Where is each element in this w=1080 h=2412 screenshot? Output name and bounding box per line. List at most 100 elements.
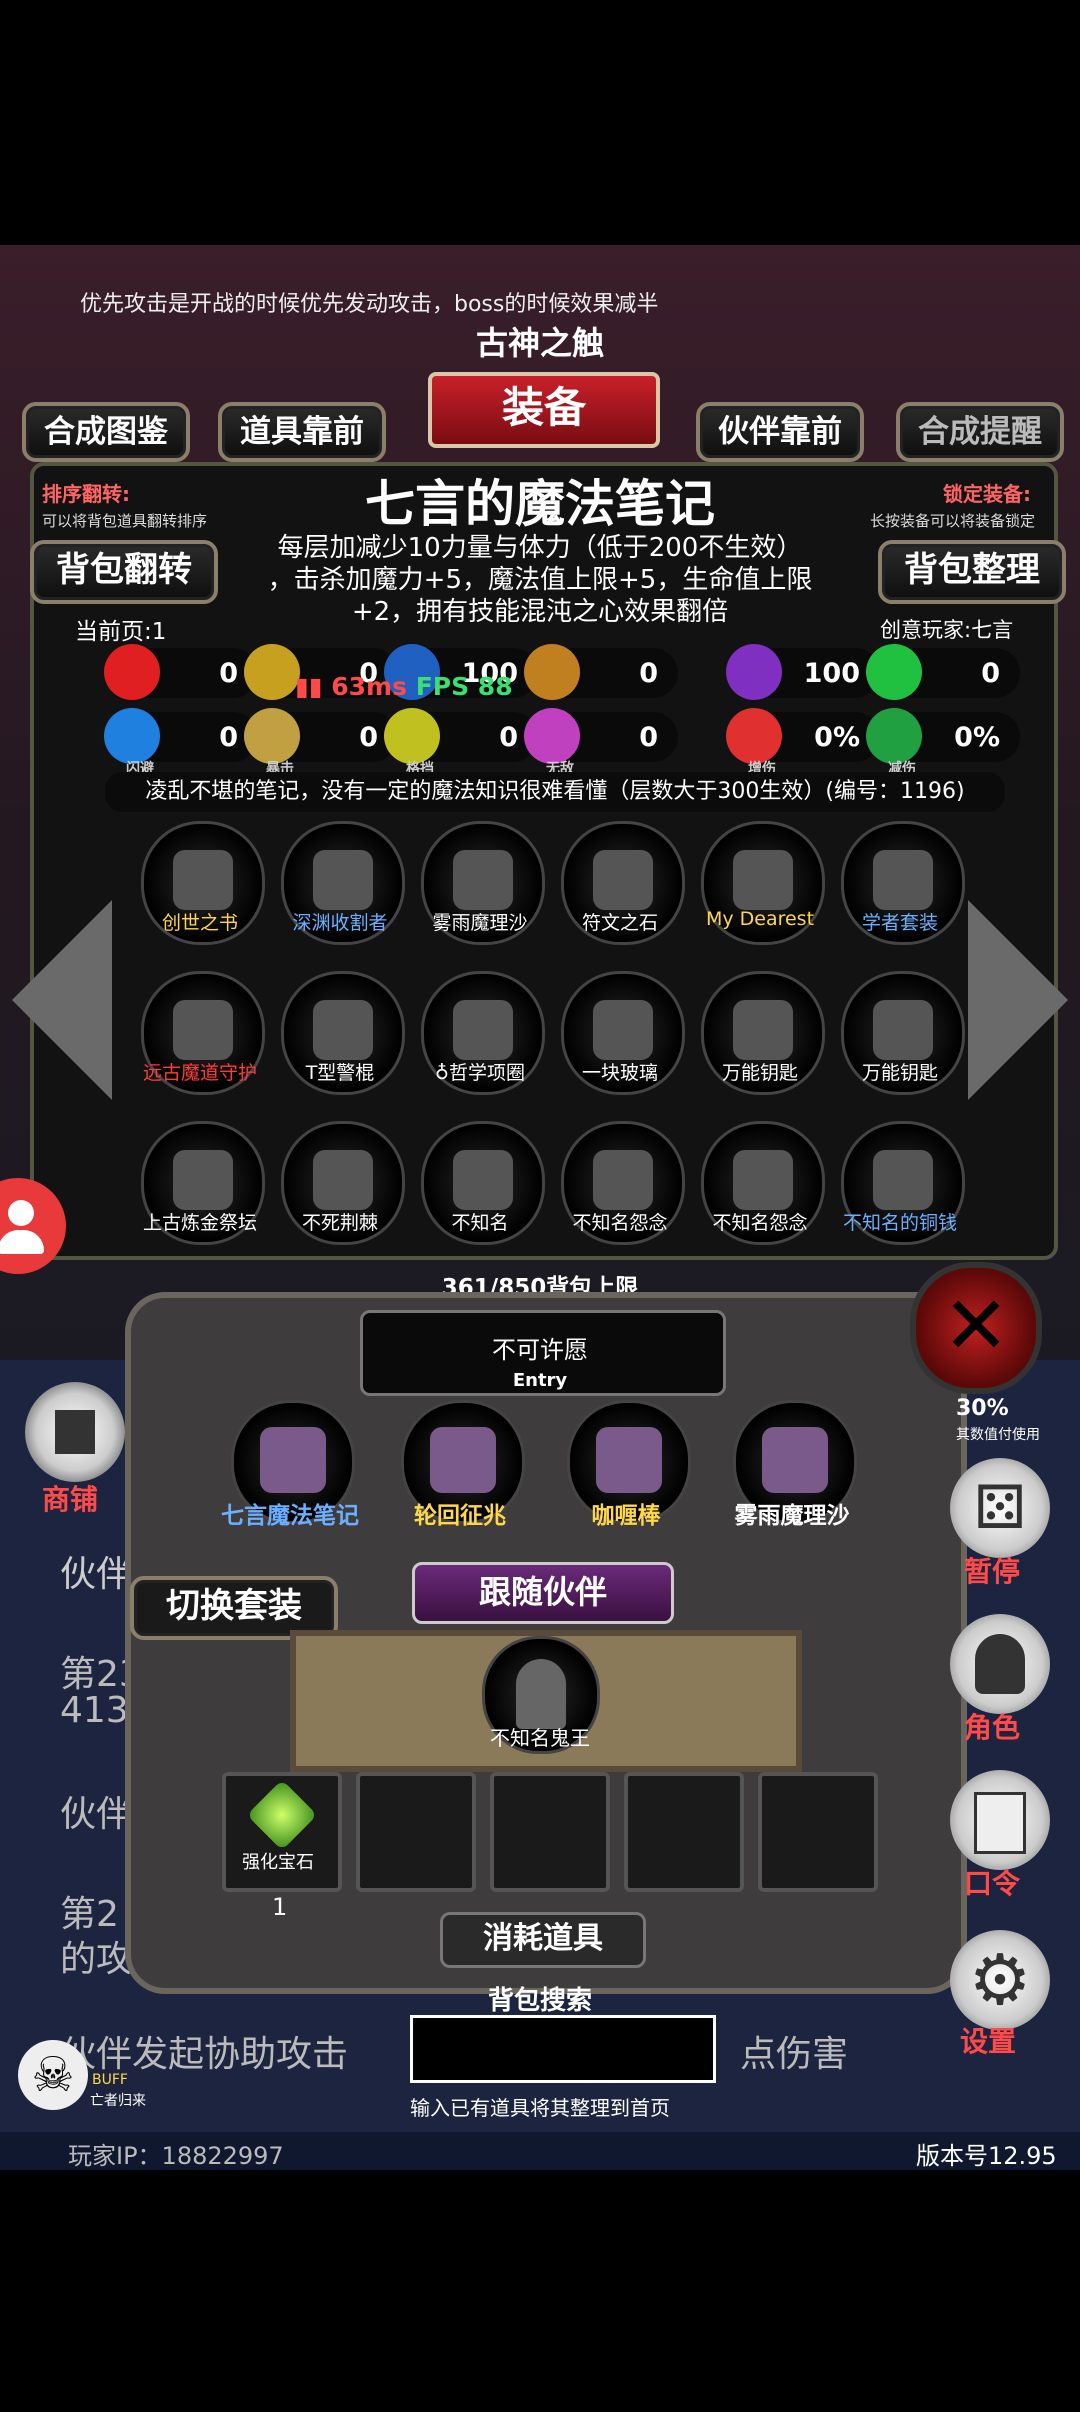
inventory-item-label: 雾雨魔理沙 xyxy=(432,912,528,934)
role-button[interactable] xyxy=(950,1614,1050,1714)
skull-altar-icon xyxy=(173,1150,233,1210)
stat-clover: 0 xyxy=(866,644,1020,700)
bag-flip-button[interactable]: 背包翻转 xyxy=(30,540,218,604)
skull-icon: ☠ xyxy=(31,2047,75,2103)
prev-page-arrow[interactable] xyxy=(12,900,112,1100)
stat-damage-up: 0% 增伤 xyxy=(726,708,880,777)
dodge-icon xyxy=(104,708,160,764)
follow-partner-banner: 跟随伙伴 xyxy=(412,1562,674,1624)
next-page-arrow[interactable] xyxy=(968,900,1068,1100)
scroll-icon xyxy=(974,1792,1026,1854)
partners-first-tab[interactable]: 伙伴靠前 xyxy=(696,402,864,462)
damage-down-icon xyxy=(866,708,922,764)
inventory-item-label: 万能钥匙 xyxy=(721,1062,798,1084)
dice-icon: ⚄ xyxy=(973,1473,1027,1543)
pause-button[interactable]: ⚄ xyxy=(950,1458,1050,1558)
bag-search-input[interactable] xyxy=(410,2015,716,2083)
role-label: 角色 xyxy=(964,1711,1021,1744)
buff-badge[interactable]: ☠ xyxy=(18,2040,88,2110)
flame-icon xyxy=(453,1150,513,1210)
consumable-slot-1[interactable] xyxy=(222,1772,342,1892)
bag-sort-button[interactable]: 背包整理 xyxy=(878,540,1066,604)
equipped-item-label: 七言魔法笔记 xyxy=(221,1503,359,1529)
pause-label: 暂停 xyxy=(964,1555,1021,1588)
inventory-item-label: My Dearest xyxy=(705,908,815,930)
stat-damage-down: 0% 减伤 xyxy=(866,708,1020,777)
user-icon xyxy=(8,1200,34,1226)
damage-up-icon xyxy=(726,708,782,764)
key-icon xyxy=(733,1000,793,1060)
consumable-slot-4[interactable] xyxy=(624,1772,744,1892)
bg-text-4: 伙伴 xyxy=(60,1794,133,1835)
collar-icon xyxy=(453,1000,513,1060)
item-name: 七言的魔法笔记 xyxy=(365,475,715,533)
sword-icon xyxy=(596,1427,662,1493)
signal-icon: ▮▮ xyxy=(295,672,323,701)
buff-title: BUFF xyxy=(92,2072,128,2088)
staff-icon xyxy=(430,1427,496,1493)
inventory-item-label: 不知名怨念 xyxy=(572,1212,668,1234)
hood-icon xyxy=(975,1634,1025,1694)
reaper-icon xyxy=(313,850,373,910)
code-label: 口令 xyxy=(964,1867,1021,1900)
inventory-item-label: 深渊收割者 xyxy=(292,912,388,934)
book-icon xyxy=(173,850,233,910)
consumable-slot-5[interactable] xyxy=(758,1772,878,1892)
inventory-item-label: 万能钥匙 xyxy=(861,1062,938,1084)
inventory-item-label: 符文之石 xyxy=(581,912,658,934)
stat-dodge: 0 闪避 xyxy=(104,708,258,777)
item-description: 每层加减少10力量与体力（低于200不生效） ，击杀加魔力+5，魔法值上限+5，… xyxy=(267,533,813,627)
buff-sub: 亡者归来 xyxy=(90,2093,146,2109)
bg-text-6: 的攻 xyxy=(60,1939,133,1980)
value-hint: 其数值付使用 xyxy=(956,1427,1040,1443)
invincible-icon xyxy=(524,708,580,764)
equipped-item-label: 轮回征兆 xyxy=(414,1503,506,1529)
bag-search-hint: 输入已有道具将其整理到首页 xyxy=(410,2096,670,2120)
stat-lightning: 100 xyxy=(726,644,880,700)
settings-button[interactable]: ⚙ xyxy=(950,1930,1050,2030)
baton-icon xyxy=(313,1000,373,1060)
current-page: 当前页:1 xyxy=(75,619,167,645)
items-first-tab[interactable]: 道具靠前 xyxy=(218,402,386,462)
bg-text-1: 伙伴 xyxy=(60,1554,133,1595)
shop-icon xyxy=(55,1410,95,1454)
partner-label: 不知名鬼王 xyxy=(490,1726,590,1750)
latency: ▮▮ 63ms FPS 88 xyxy=(295,672,513,701)
thorn-icon xyxy=(313,1150,373,1210)
close-button[interactable]: ✕ xyxy=(910,1262,1042,1394)
shop-label: 商铺 xyxy=(42,1483,99,1516)
value-percent: 30% xyxy=(956,1396,1009,1421)
stat-crit: 0 暴击 xyxy=(244,708,398,777)
stat-heart: 0 xyxy=(104,644,258,700)
marisa-icon xyxy=(453,850,513,910)
stat-weapon: 0 xyxy=(524,644,678,700)
inventory-item-label: 不知名怨念 xyxy=(712,1212,808,1234)
consumable-slot-2[interactable] xyxy=(356,1772,476,1892)
crit-icon xyxy=(244,708,300,764)
top-title: 古神之触 xyxy=(475,324,604,362)
consumable-slot-3[interactable] xyxy=(490,1772,610,1892)
synthesis-reminder-tab[interactable]: 合成提醒 xyxy=(896,402,1064,462)
creator-label: 创意玩家:七言 xyxy=(880,618,1014,642)
inventory-item-label: 不死荆棘 xyxy=(301,1212,378,1234)
bg-text-7: 伙伴发起协助攻击 xyxy=(60,2034,349,2075)
equip-banner: 装备 xyxy=(428,372,660,448)
wish-label: 不可许愿 xyxy=(492,1336,588,1364)
notebook-icon xyxy=(260,1427,326,1493)
consumable-count: 1 xyxy=(272,1893,288,1921)
inventory-item-label: 上古炼金祭坛 xyxy=(142,1212,257,1234)
ghost-icon xyxy=(733,1150,793,1210)
code-button[interactable] xyxy=(950,1770,1050,1870)
fps-counter: FPS 88 xyxy=(415,672,513,701)
recipe-book-tab[interactable]: 合成图鉴 xyxy=(22,402,190,462)
inventory-item-label: 一块玻璃 xyxy=(581,1062,658,1084)
heart-icon xyxy=(104,644,160,700)
player-ip: 玩家IP：18822997 xyxy=(68,2142,284,2170)
inventory-item-label: ♁哲学项圈 xyxy=(435,1062,525,1084)
marisa-icon xyxy=(762,1427,828,1493)
inventory-item-label: 不知名的铜钱 xyxy=(842,1212,957,1234)
shop-button[interactable] xyxy=(25,1382,125,1482)
entry-label: Entry xyxy=(512,1370,568,1391)
block-icon xyxy=(384,708,440,764)
bg-text-8: 点伤害 xyxy=(740,2034,849,2075)
